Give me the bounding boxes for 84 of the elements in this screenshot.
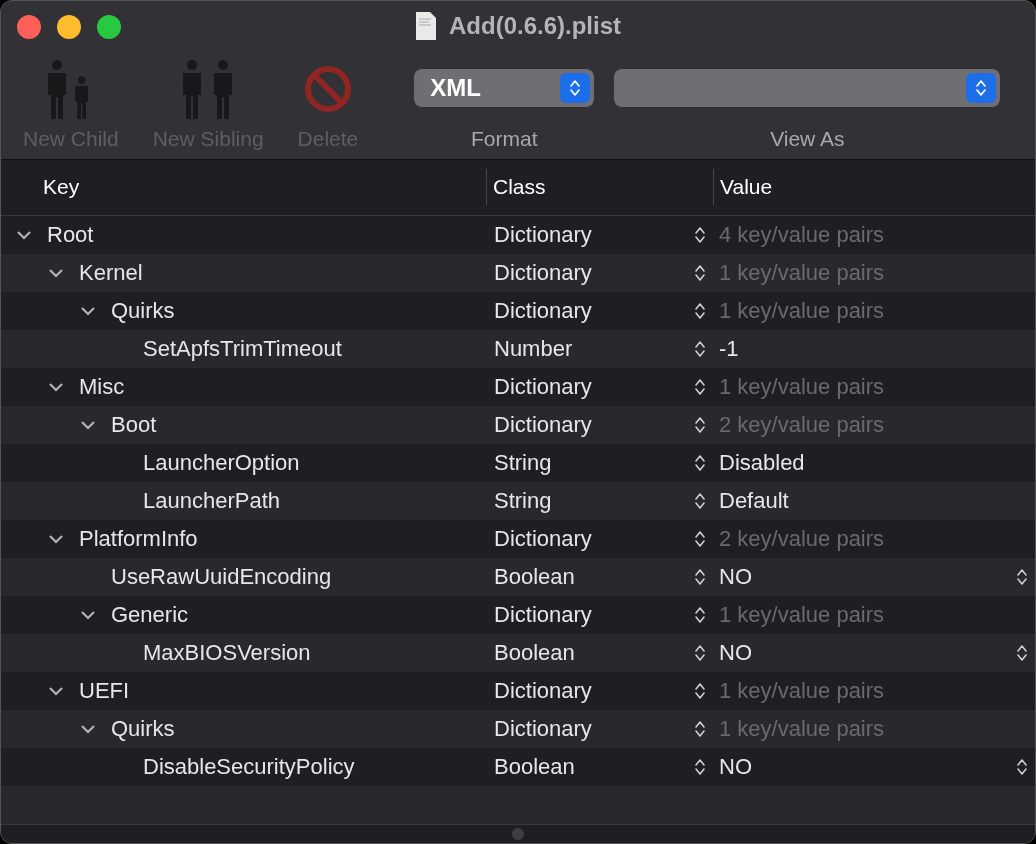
key-text: SetApfsTrimTimeout [143,336,342,362]
key-text: PlatformInfo [79,526,198,552]
class-stepper-icon[interactable] [695,340,705,358]
disclosure-chevron-icon[interactable] [49,382,63,392]
class-text: Dictionary [494,678,592,704]
key-text: Quirks [111,716,175,742]
disclosure-chevron-icon[interactable] [81,610,95,620]
column-header[interactable]: Class [493,175,546,200]
class-stepper-icon[interactable] [695,454,705,472]
value-dropdown[interactable]: NO [719,564,752,590]
class-stepper-icon[interactable] [695,226,705,244]
value-summary: 1 key/value pairs [719,716,885,742]
class-stepper-icon[interactable] [695,264,705,282]
dropdown-arrows-icon[interactable] [1017,758,1027,776]
disclosure-chevron-icon[interactable] [49,534,63,544]
value-dropdown[interactable]: NO [719,640,752,666]
disclosure-chevron-icon[interactable] [81,420,95,430]
class-text: Dictionary [494,222,592,248]
value-text: -1 [719,336,739,362]
dropdown-arrows-icon[interactable] [1017,644,1027,662]
class-text: Boolean [494,640,575,666]
class-stepper-icon[interactable] [695,758,705,776]
key-text: DisableSecurityPolicy [143,754,355,780]
class-text: Number [494,336,573,362]
resize-handle[interactable] [512,828,524,840]
key-text: UseRawUuidEncoding [111,564,332,590]
value-summary: 2 key/value pairs [719,526,885,552]
format-dropdown[interactable]: XML [414,69,595,107]
class-stepper-icon[interactable] [695,568,705,586]
key-text: LauncherOption [143,450,300,476]
class-stepper-icon[interactable] [695,530,705,548]
class-text: String [494,450,552,476]
key-text: Boot [111,412,157,438]
class-stepper-icon[interactable] [695,416,705,434]
key-text: Root [47,222,94,248]
key-text: Kernel [79,260,143,286]
disclosure-chevron-icon[interactable] [49,268,63,278]
format-label: Format [471,127,538,151]
class-text: String [494,488,552,514]
disclosure-chevron-icon[interactable] [17,230,31,240]
value-text: Disabled [719,450,805,476]
value-summary: 1 key/value pairs [719,374,885,400]
class-stepper-icon[interactable] [695,492,705,510]
class-text: Dictionary [494,412,592,438]
value-summary: 1 key/value pairs [719,678,885,704]
class-text: Dictionary [494,298,592,324]
zoom-button[interactable] [97,15,121,39]
value-summary: 1 key/value pairs [719,602,885,628]
view-as-label: View As [770,127,845,151]
class-stepper-icon[interactable] [695,378,705,396]
class-text: Boolean [494,754,575,780]
key-text: Misc [79,374,125,400]
disclosure-chevron-icon[interactable] [81,306,95,316]
class-text: Dictionary [494,526,592,552]
class-stepper-icon[interactable] [695,302,705,320]
value-summary: 1 key/value pairs [719,298,885,324]
disclosure-chevron-icon[interactable] [81,724,95,734]
minimize-button[interactable] [57,15,81,39]
key-text: MaxBIOSVersion [143,640,311,666]
key-text: Generic [111,602,189,628]
class-stepper-icon[interactable] [695,644,705,662]
class-stepper-icon[interactable] [695,682,705,700]
value-summary: 2 key/value pairs [719,412,885,438]
class-text: Dictionary [494,260,592,286]
class-text: Dictionary [494,374,592,400]
key-text: UEFI [79,678,130,704]
close-button[interactable] [17,15,41,39]
column-header[interactable]: Key [43,175,80,200]
class-stepper-icon[interactable] [695,606,705,624]
class-text: Dictionary [494,602,592,628]
window-title: Add(0.6.6).plist [449,12,621,40]
document-icon [415,11,437,41]
class-text: Boolean [494,564,575,590]
dropdown-arrows-icon[interactable] [1017,568,1027,586]
value-text: Default [719,488,789,514]
class-stepper-icon[interactable] [695,720,705,738]
value-summary: 1 key/value pairs [719,260,885,286]
class-text: Dictionary [494,716,592,742]
value-summary: 4 key/value pairs [719,222,885,248]
value-dropdown[interactable]: NO [719,754,752,780]
disclosure-chevron-icon[interactable] [49,686,63,696]
column-header[interactable]: Value [720,175,773,200]
key-text: Quirks [111,298,175,324]
key-text: LauncherPath [143,488,280,514]
